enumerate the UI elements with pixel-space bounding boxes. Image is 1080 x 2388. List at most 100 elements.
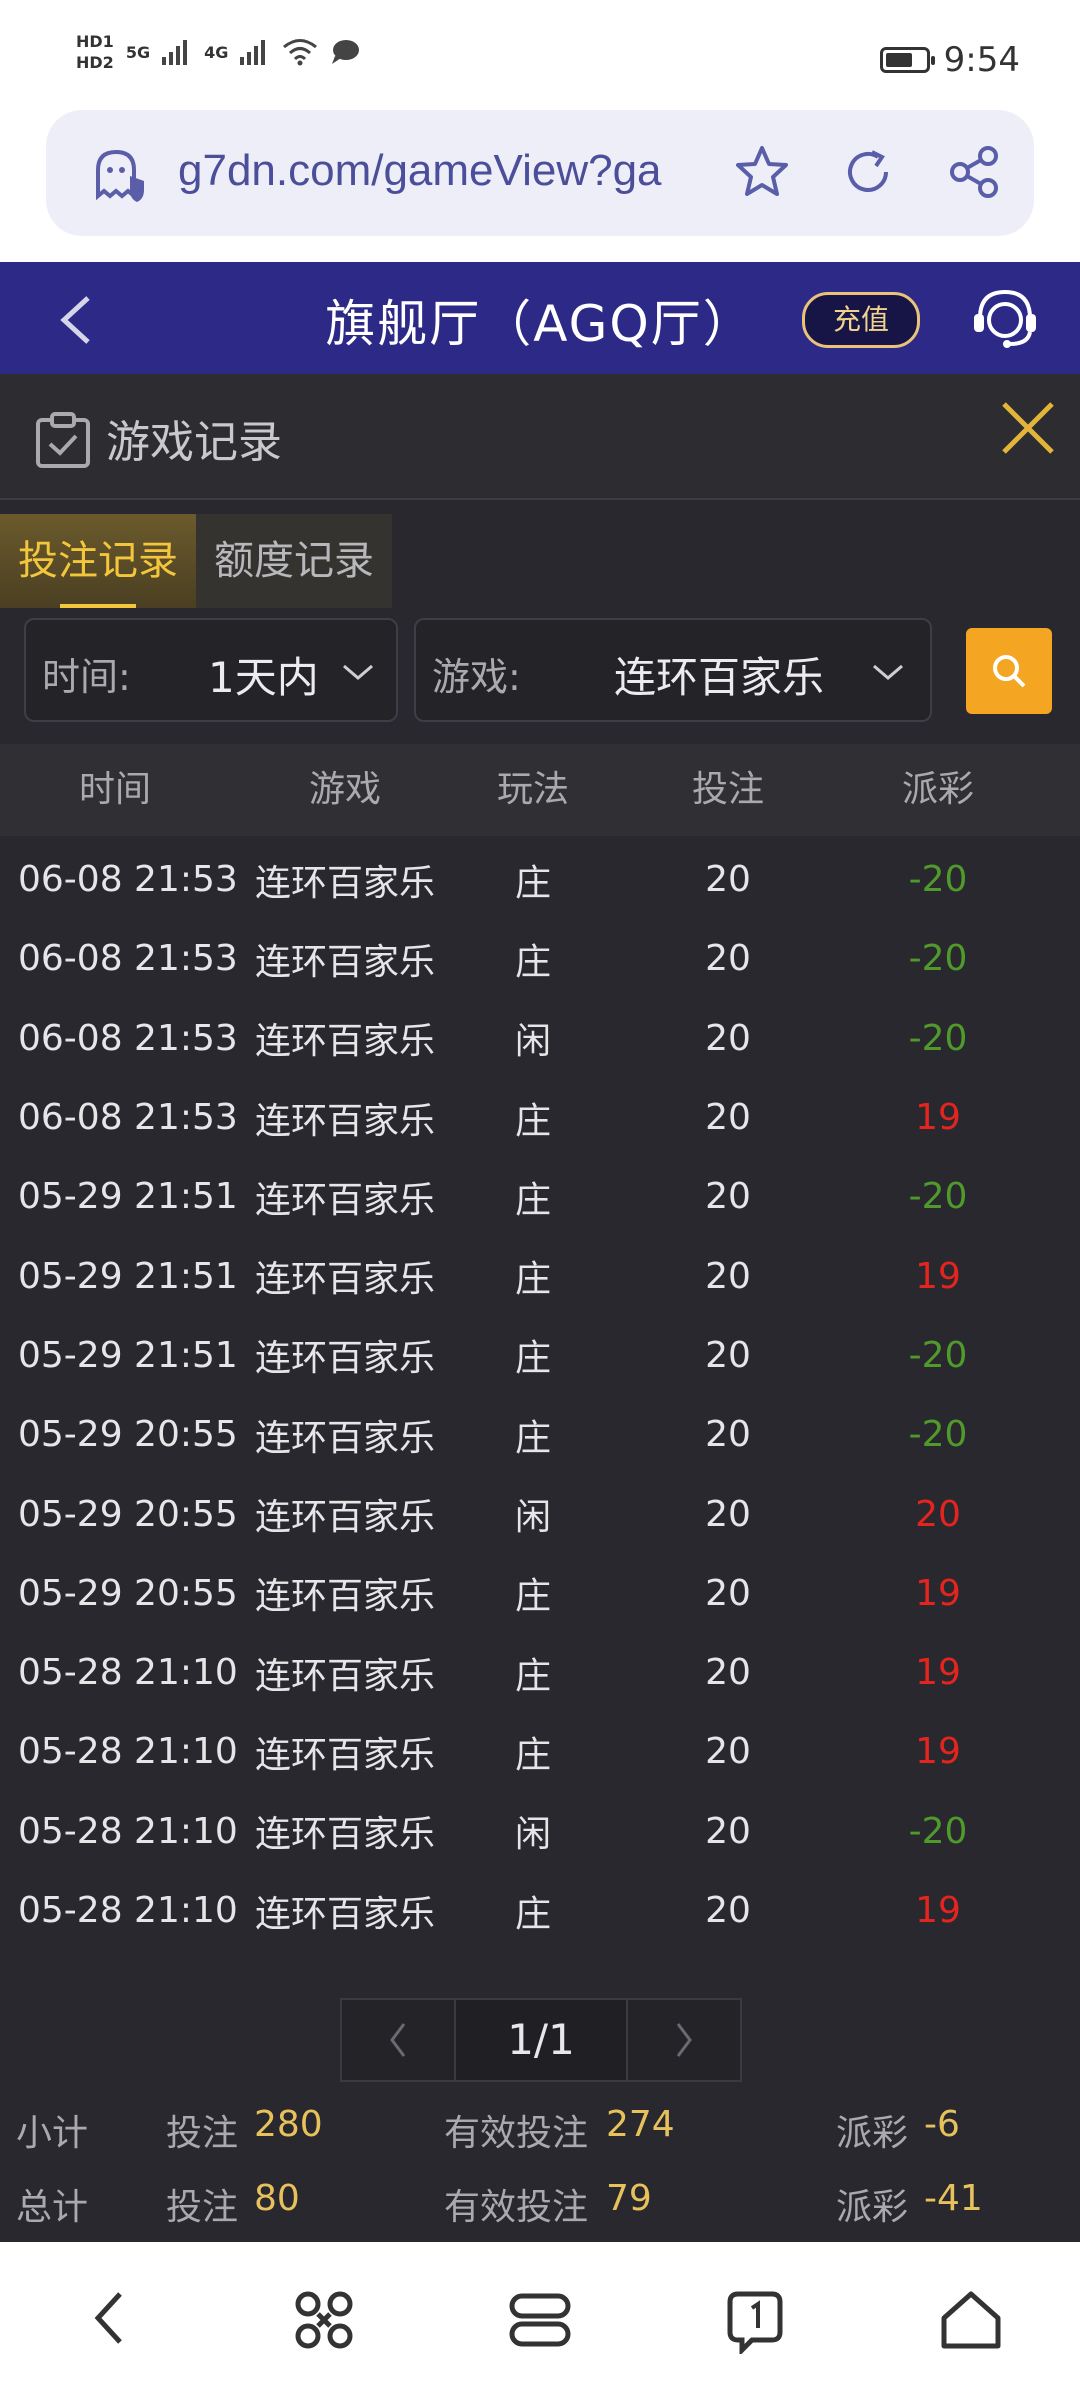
row-time: 05-29 20:55 <box>18 1493 238 1535</box>
row-bet: 20 <box>705 1334 751 1376</box>
pagination: 1/1 <box>340 1998 742 2082</box>
bet-record-list: 06-08 21:53 连环百家乐庄 20 -20 06-08 21:53 连环百家乐庄 2… <box>0 840 1080 1950</box>
row-payout: -20 <box>908 1334 968 1376</box>
status-indicators: HD1 HD2 5G 4G <box>76 32 360 72</box>
hd1-label: HD1 <box>76 32 114 51</box>
row-payout: 19 <box>915 1731 961 1773</box>
time-filter-select[interactable]: 时间: 1天内 <box>24 618 398 722</box>
refresh-icon[interactable] <box>838 142 898 202</box>
subtotal-label: 小计 <box>16 2113 89 2154</box>
table-row: 05-29 21:51 连环百家乐 庄 20 -20 <box>0 1157 1080 1236</box>
panel-header: 游戏记录 <box>0 374 1080 500</box>
row-game: 连环百家乐 <box>254 1497 435 1539</box>
game-filter-select[interactable]: 游戏: 连环百家乐 <box>414 618 932 722</box>
row-payout: 20 <box>915 1493 961 1535</box>
table-row: 05-29 20:55 连环百家乐 闲 20 20 <box>0 1474 1080 1553</box>
row-play: 庄 <box>514 1338 551 1380</box>
time-filter-label: 时间: <box>42 655 131 699</box>
total-label: 总计 <box>16 2187 89 2228</box>
row-time: 05-29 20:55 <box>18 1414 238 1456</box>
row-bet: 20 <box>705 1810 751 1852</box>
table-row: 05-29 20:55 连环百家乐 庄 20 19 <box>0 1554 1080 1633</box>
customer-service-icon[interactable] <box>970 286 1040 352</box>
tab-credit-records[interactable]: 额度记录 <box>196 514 392 608</box>
table-row: 06-08 21:53 连环百家乐 庄 20 19 <box>0 1078 1080 1157</box>
row-bet: 20 <box>705 1652 751 1694</box>
row-payout: -20 <box>908 1017 968 1059</box>
status-right: 9:54 <box>879 40 1020 80</box>
total-payout-label: 派彩 <box>836 2187 909 2228</box>
tab-bet-records[interactable]: 投注记录 <box>0 514 196 608</box>
nav-home-icon[interactable] <box>938 2288 1004 2352</box>
browser-actions <box>732 142 1004 202</box>
row-payout: 19 <box>915 1255 961 1297</box>
chevron-left-icon <box>390 2023 406 2057</box>
nav-tabs-icon[interactable] <box>722 2288 788 2354</box>
time-filter-value: 1天内 <box>208 653 319 702</box>
browser-address-bar[interactable]: g7dn.com/gameView?ga <box>46 110 1034 236</box>
row-game: 连环百家乐 <box>254 1021 435 1063</box>
subtotal-bet-label: 投注 <box>166 2113 239 2154</box>
col-time: 时间 <box>78 769 151 810</box>
col-play: 玩法 <box>496 769 569 810</box>
nav-menu-icon[interactable] <box>508 2288 572 2352</box>
signal-icon-2 <box>240 40 266 65</box>
row-game: 连环百家乐 <box>254 1734 435 1776</box>
nav-back-icon[interactable] <box>88 2288 128 2348</box>
row-time: 05-29 21:51 <box>18 1334 238 1376</box>
site-security-icon[interactable] <box>90 146 150 204</box>
record-clipboard-icon <box>36 412 90 468</box>
5g-label: 5G <box>125 42 151 62</box>
row-play: 闲 <box>514 1021 551 1063</box>
subtotal-row: 小计 投注 280 有效投注 274 派彩 -6 <box>0 2096 1080 2156</box>
row-play: 庄 <box>514 1576 551 1618</box>
subtotal-payout-label: 派彩 <box>836 2113 909 2154</box>
row-play: 庄 <box>514 1179 551 1221</box>
row-play: 庄 <box>514 1655 551 1697</box>
row-play: 闲 <box>514 1497 551 1539</box>
battery-level <box>885 53 913 67</box>
col-payout: 派彩 <box>901 769 974 810</box>
row-play: 庄 <box>514 941 551 983</box>
game-filter-label: 游戏: <box>432 655 521 699</box>
row-time: 06-08 21:53 <box>18 1017 238 1059</box>
share-icon[interactable] <box>944 142 1004 202</box>
col-game: 游戏 <box>308 769 381 810</box>
chevron-right-icon <box>676 2023 692 2057</box>
row-payout: 19 <box>915 1097 961 1139</box>
subtotal-valid-label: 有效投注 <box>444 2113 589 2154</box>
search-icon <box>993 655 1026 688</box>
4g-label: 4G <box>204 42 229 62</box>
nav-apps-icon[interactable] <box>292 2288 356 2352</box>
chevron-down-icon <box>873 664 903 680</box>
app-header: 旗舰厅（AGQ厅） 充值 <box>0 262 1080 374</box>
total-valid-label: 有效投注 <box>444 2187 589 2228</box>
search-button[interactable] <box>966 628 1052 714</box>
prev-page-button[interactable] <box>342 2000 454 2080</box>
bookmark-star-icon[interactable] <box>732 142 792 202</box>
table-row: 05-29 21:51 连环百家乐 庄 20 19 <box>0 1236 1080 1315</box>
total-payout: -41 <box>924 2178 983 2219</box>
battery-icon <box>879 47 935 73</box>
row-game: 连环百家乐 <box>254 1179 435 1221</box>
row-play: 庄 <box>514 1417 551 1459</box>
subtotal-payout: -6 <box>924 2104 960 2145</box>
row-time: 05-29 20:55 <box>18 1572 238 1614</box>
table-row: 06-08 21:53 连环百家乐 闲 20 -20 <box>0 999 1080 1078</box>
row-game: 连环百家乐 <box>254 1417 435 1459</box>
recharge-button[interactable]: 充值 <box>802 292 920 348</box>
row-bet: 20 <box>705 1572 751 1614</box>
url-text[interactable]: g7dn.com/gameView?ga <box>178 146 662 196</box>
close-icon[interactable] <box>998 398 1058 458</box>
row-play: 庄 <box>514 1100 551 1142</box>
row-game: 连环百家乐 <box>254 862 435 904</box>
row-bet: 20 <box>705 1097 751 1139</box>
row-play: 闲 <box>514 1814 551 1856</box>
row-game: 连环百家乐 <box>254 1259 435 1301</box>
wifi-icon <box>283 39 318 66</box>
row-bet: 20 <box>705 859 751 901</box>
table-row: 05-29 21:51 连环百家乐 庄 20 -20 <box>0 1316 1080 1395</box>
next-page-button[interactable] <box>628 2000 740 2080</box>
clock: 9:54 <box>943 40 1020 80</box>
table-row: 05-28 21:10 连环百家乐 闲 20 -20 <box>0 1792 1080 1871</box>
